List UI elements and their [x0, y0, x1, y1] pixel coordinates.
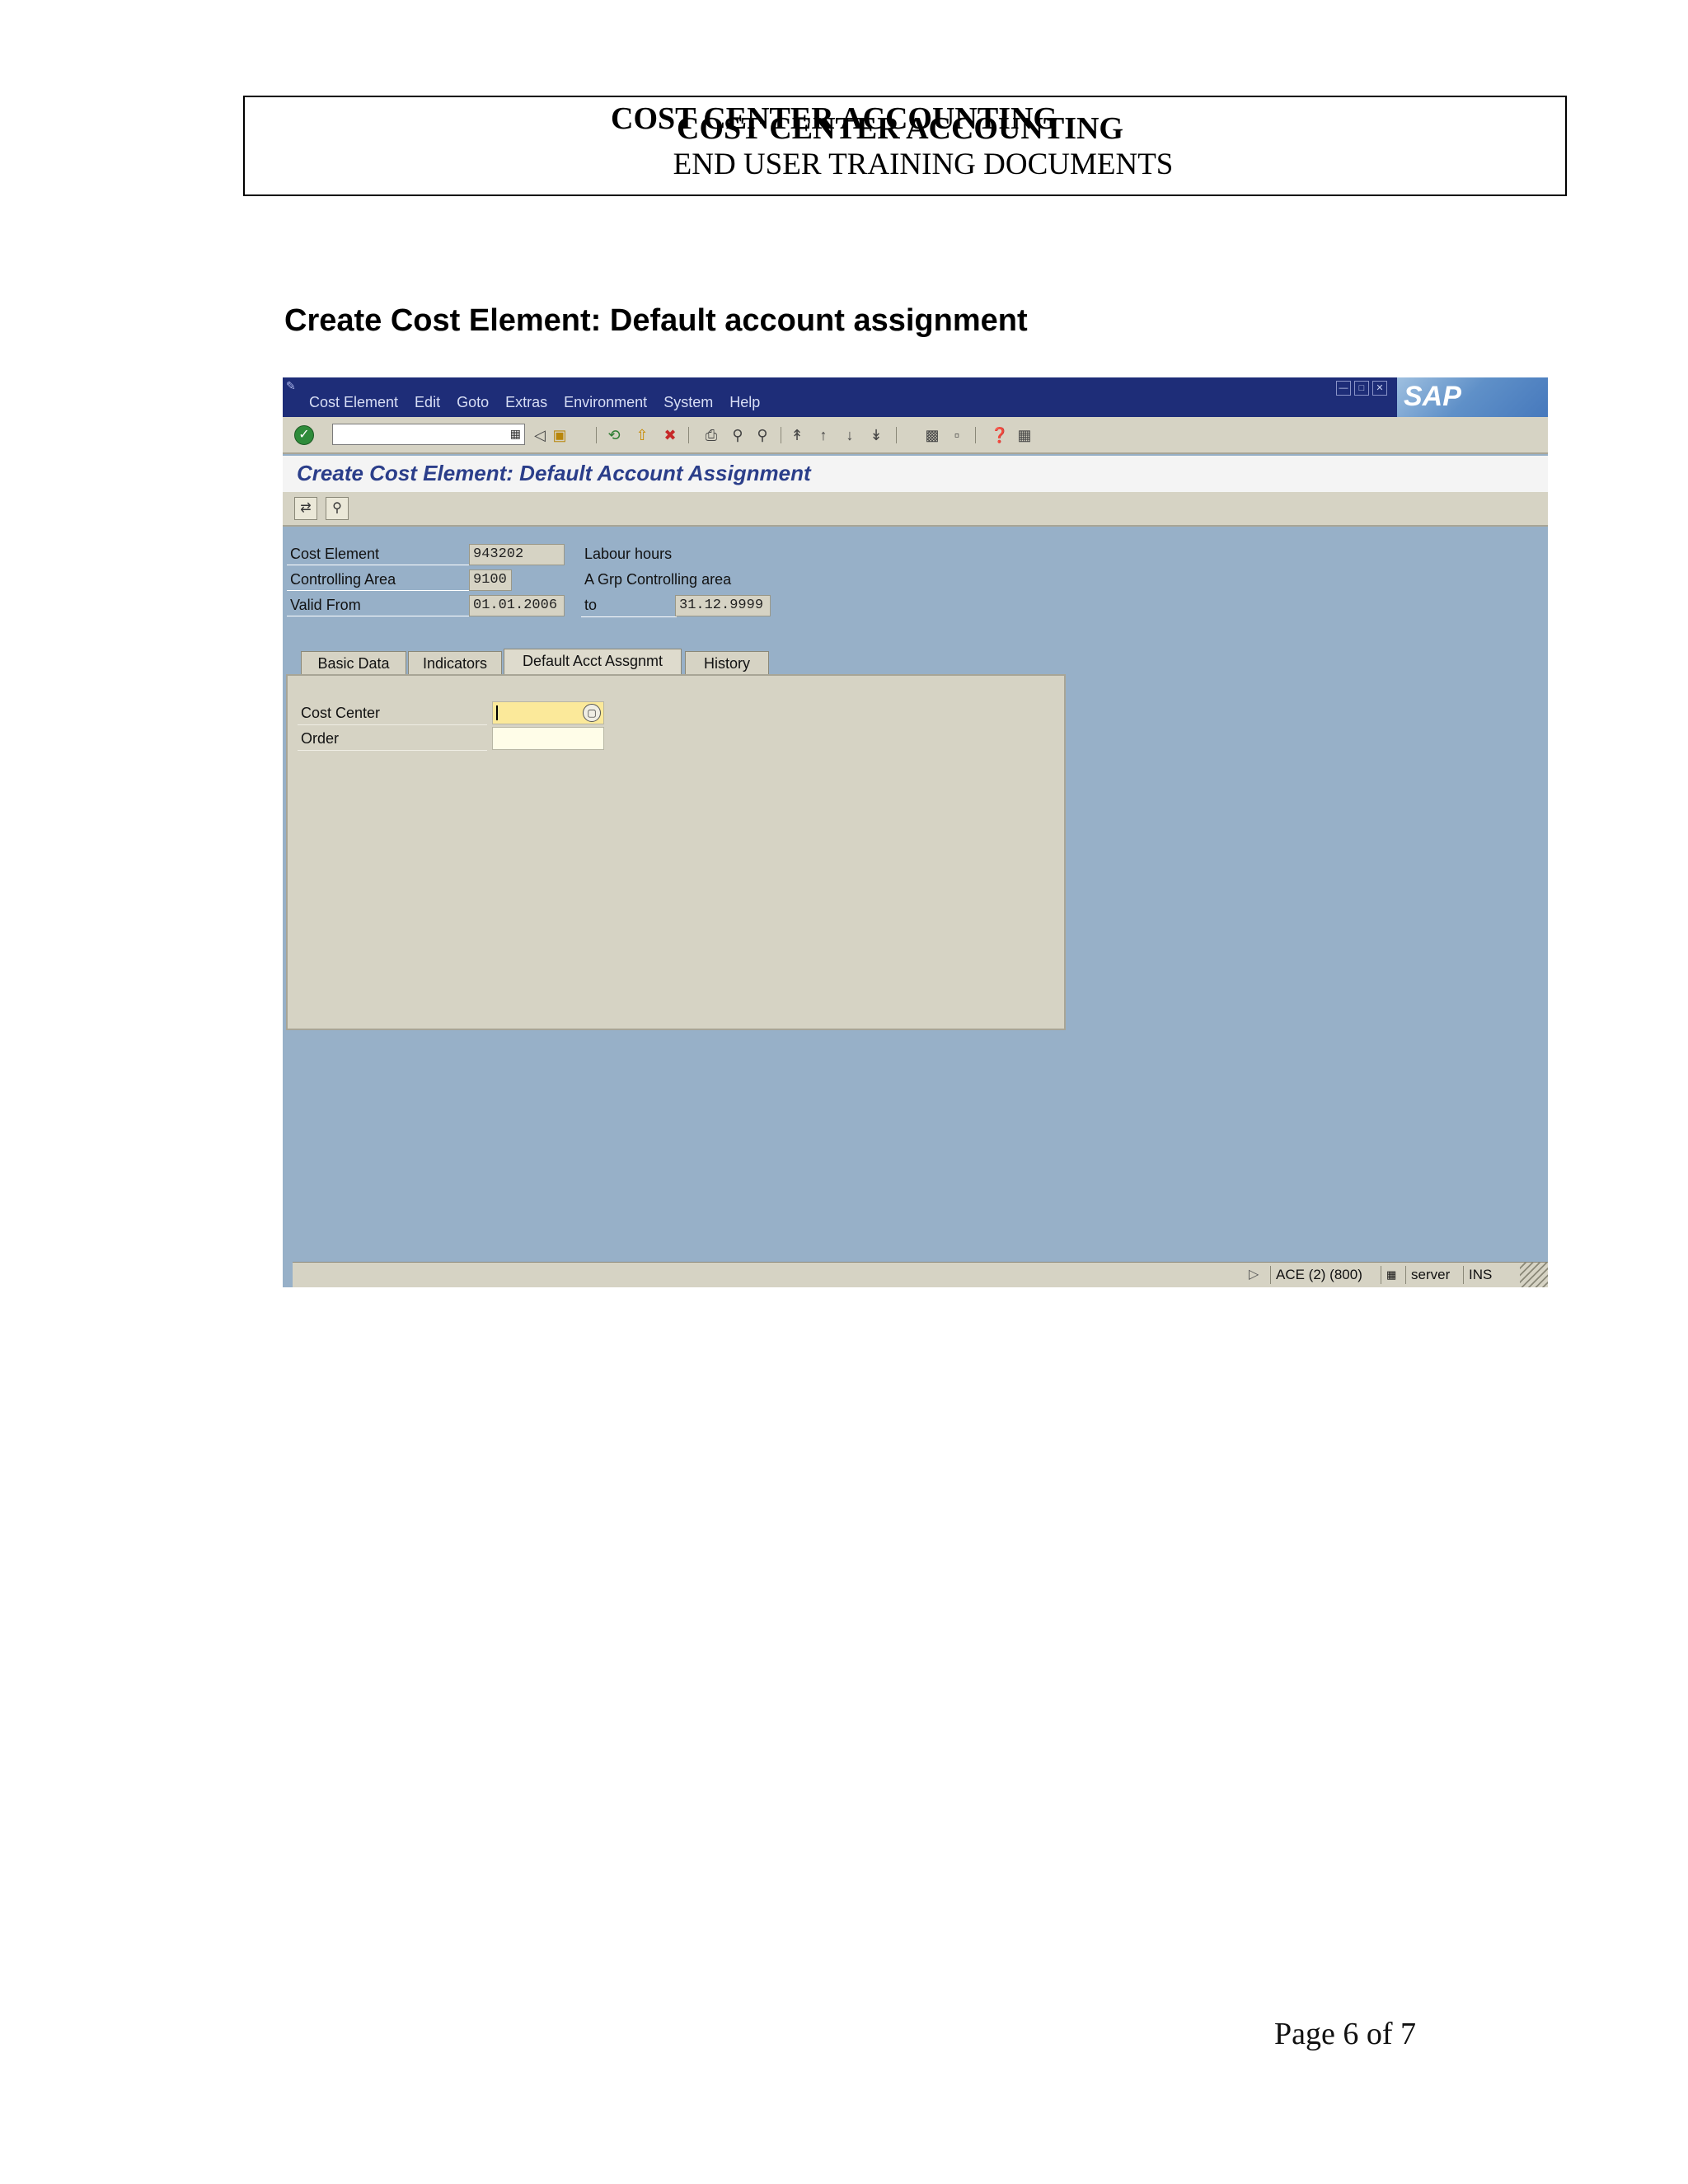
minimize-icon[interactable]: —	[1336, 381, 1351, 396]
text-cursor	[496, 705, 498, 720]
tab-indicators[interactable]: Indicators	[408, 651, 502, 674]
menu-goto[interactable]: Goto	[457, 394, 489, 411]
tab-default-acct-assgnmt[interactable]: Default Acct Assgnmt	[504, 649, 682, 675]
standard-toolbar: ✓ ▦ ◁ ▣ ⟲ ⇧ ✖ ⎙ ⚲ ⚲ ↟ ↑ ↓ ↡ ▩ ▫ ❓ ▦	[283, 417, 1548, 454]
last-page-icon[interactable]: ↡	[866, 425, 886, 445]
toolbar-separator	[975, 427, 976, 443]
create-session-icon[interactable]: ▩	[922, 425, 942, 445]
section-title: Create Cost Element: Default account ass…	[284, 303, 1028, 338]
toolbar-separator	[596, 427, 597, 443]
next-page-icon[interactable]: ↓	[840, 425, 860, 445]
cost-center-label: Cost Center	[298, 701, 487, 725]
save-icon[interactable]: ▣	[550, 425, 570, 445]
controlling-area-label: Controlling Area	[287, 569, 470, 591]
tab-history[interactable]: History	[685, 651, 769, 674]
status-mode[interactable]: INS	[1463, 1266, 1519, 1284]
print-icon[interactable]: ⎙	[701, 425, 721, 445]
document-header: COST CENTER ACCOUNTING COST CENTER ACCOU…	[243, 96, 1567, 196]
switch-icon[interactable]: ⇄	[294, 497, 317, 520]
layout-menu-icon[interactable]: ▦	[1015, 425, 1034, 445]
status-expand-icon[interactable]: ▷	[1249, 1266, 1259, 1282]
help-icon[interactable]: ❓	[990, 425, 1010, 445]
menu-help[interactable]: Help	[729, 394, 760, 411]
status-bar: ▷ ACE (2) (800) ▦ server INS	[293, 1262, 1548, 1287]
title-bar: Create Cost Element: Default Account Ass…	[283, 456, 1548, 492]
triangle-left-icon[interactable]: ◁	[530, 425, 550, 445]
cost-element-description: Labour hours	[584, 546, 673, 562]
toolbar-separator	[688, 427, 689, 443]
header-title-overlay: COST CENTER ACCOUNTING	[677, 111, 1123, 146]
order-label: Order	[298, 726, 487, 751]
valid-from-label: Valid From	[287, 594, 470, 616]
command-history-icon[interactable]: ▦	[510, 427, 521, 441]
value-help-icon[interactable]: ▢	[583, 704, 601, 722]
status-system: ACE (2) (800)	[1270, 1266, 1377, 1284]
valid-to-label: to	[581, 594, 677, 617]
menu-cost-element[interactable]: Cost Element	[309, 394, 398, 411]
tab-basic-data[interactable]: Basic Data	[301, 651, 406, 674]
menu-environment[interactable]: Environment	[564, 394, 647, 411]
valid-to-value: 31.12.9999	[675, 595, 771, 616]
menu-items: Cost Element Edit Goto Extras Environmen…	[309, 394, 760, 411]
sap-window: ✎ Cost Element Edit Goto Extras Environm…	[283, 377, 1548, 1287]
controlling-area-value: 9100	[469, 569, 512, 591]
find-icon[interactable]: ⚲	[728, 425, 748, 445]
menu-extras[interactable]: Extras	[505, 394, 547, 411]
cancel-icon[interactable]: ✖	[660, 425, 680, 445]
shortcut-icon[interactable]: ▫	[947, 425, 967, 445]
find-next-icon[interactable]: ⚲	[753, 425, 772, 445]
maximize-icon[interactable]: □	[1354, 381, 1369, 396]
command-field[interactable]: ▦	[332, 424, 525, 445]
status-server: server	[1405, 1266, 1461, 1284]
window-controls: — □ ✕	[1336, 381, 1387, 396]
exit-icon[interactable]: ⇧	[632, 425, 652, 445]
back-icon[interactable]: ⟲	[604, 425, 624, 445]
window-menu-icon[interactable]: ✎	[286, 379, 301, 392]
order-input[interactable]	[492, 727, 604, 750]
screen-title: Create Cost Element: Default Account Ass…	[297, 461, 811, 485]
menu-system[interactable]: System	[663, 394, 713, 411]
application-toolbar: ⇄ ⚲	[283, 492, 1548, 527]
page-number: Page 6 of 7	[1274, 2017, 1417, 2051]
enter-icon[interactable]: ✓	[294, 425, 314, 445]
controlling-area-description: A Grp Controlling area	[584, 571, 732, 588]
previous-page-icon[interactable]: ↑	[814, 425, 833, 445]
system-info-icon[interactable]: ▦	[1381, 1266, 1402, 1284]
first-page-icon[interactable]: ↟	[787, 425, 807, 445]
resize-grip[interactable]	[1520, 1263, 1548, 1287]
header-subtitle: END USER TRAINING DOCUMENTS	[673, 148, 1174, 181]
toolbar-separator	[896, 427, 897, 443]
menu-edit[interactable]: Edit	[415, 394, 440, 411]
cost-element-value: 943202	[469, 544, 565, 565]
valid-from-value: 01.01.2006	[469, 595, 565, 616]
cost-element-label: Cost Element	[287, 543, 470, 565]
close-icon[interactable]: ✕	[1372, 381, 1387, 396]
menu-bar: ✎ Cost Element Edit Goto Extras Environm…	[283, 377, 1548, 417]
sap-logo-text: SAP	[1404, 381, 1461, 412]
display-icon[interactable]: ⚲	[326, 497, 349, 520]
tab-panel: Cost Center ▢ Order	[286, 674, 1066, 1030]
